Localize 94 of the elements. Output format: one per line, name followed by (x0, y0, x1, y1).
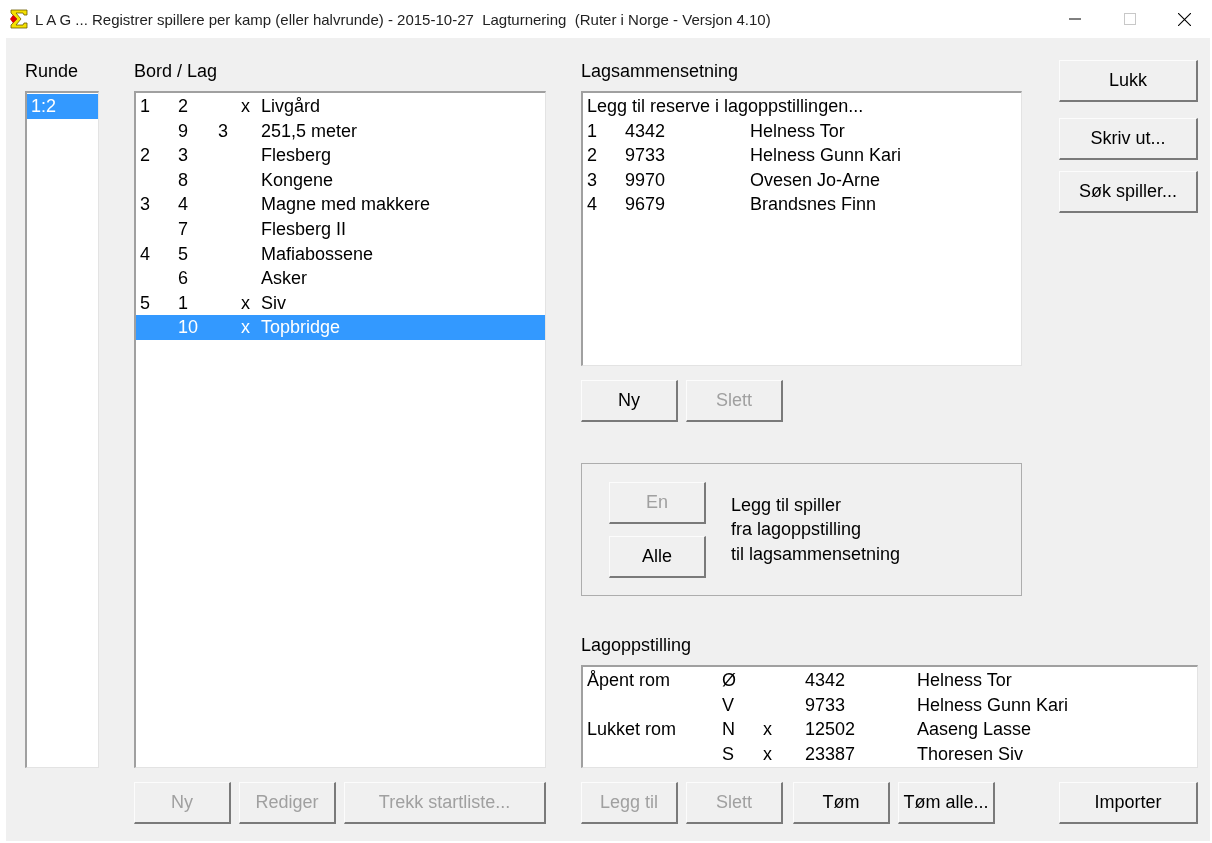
list-cell-text: 2 (587, 144, 598, 168)
list-cell-text: Helness Gunn Kari (917, 693, 1070, 717)
action-button[interactable]: Lukk (1059, 60, 1198, 102)
match-row[interactable]: 3 4 Magne med makkere (136, 192, 545, 217)
lineup-row[interactable]: Åpent rom Ø 4342 Helness Tor (583, 668, 1197, 693)
list-cell-text: Livgård (261, 95, 322, 118)
list-cell-text: Magne med makkere (261, 193, 432, 217)
list-cell-text: Brandsnes Finn (750, 193, 878, 217)
add-button[interactable]: Alle (609, 535, 706, 578)
help-text: Legg til spiller fra lagoppstilling til lagsammensetning (731, 493, 901, 566)
list-cell-text: 2 (140, 144, 151, 168)
close-icon[interactable] (1178, 12, 1191, 26)
list-label: Lagoppstilling (581, 634, 693, 656)
list-cell-text: x (241, 95, 251, 118)
list-button[interactable]: Tøm (793, 782, 890, 824)
list-cell-text: 4 (178, 193, 189, 217)
match-row[interactable]: 5 1 x Siv (136, 290, 545, 316)
list-cell-text: x (241, 316, 251, 340)
list-cell-text: 9970 (625, 168, 667, 192)
list-cell-text: 251,5 meter (261, 119, 359, 143)
list-label: Bord / Lag (134, 60, 219, 82)
list-cell-text: Åpent rom (587, 669, 672, 692)
list-cell-text: 9733 (805, 693, 847, 717)
list-cell-text: Kongene (261, 168, 335, 192)
list-cell-text: 7 (178, 217, 189, 241)
action-button[interactable]: Skriv ut... (1059, 118, 1198, 160)
list-label: Runde (25, 60, 80, 82)
list-cell-text: x (763, 718, 773, 742)
match-row[interactable]: 4 5 Mafiabossene (136, 241, 545, 267)
list-cell-text: Flesberg II (261, 217, 348, 241)
list-cell-text: Siv (261, 291, 287, 315)
list-cell-text: 12502 (805, 718, 857, 742)
list-cell-text: V (722, 693, 735, 717)
list-cell-text: Flesberg (261, 144, 333, 168)
lineup-row[interactable]: S x 23387 Thoresen Siv (583, 741, 1197, 767)
list-cell-text: Asker (261, 267, 308, 291)
list-cell-text: Helness Tor (750, 119, 846, 143)
list-cell-text: 3 (140, 193, 151, 217)
player-row[interactable]: 2 9733 Helness Gunn Kari (583, 143, 1021, 168)
player-row[interactable]: 1 4342 Helness Tor (583, 118, 1021, 144)
list-cell-text: 3 (178, 144, 189, 168)
window-title: L A G ... Registrer spillere per kamp (eller halvrunde) - 2015-10-27 Lagturnering (Ruter i Norge - Versjon 4.10) (35, 10, 772, 28)
app-logo-icon (9, 9, 29, 29)
list-item[interactable]: Legg til reserve i lagoppstillingen... (583, 94, 1021, 119)
list-cell-text: 4342 (805, 669, 847, 692)
list-cell-text: 10 (178, 316, 200, 340)
list-cell-text: 5 (140, 291, 151, 315)
list-cell-text: Mafiabossene (261, 242, 375, 266)
list-cell-text: 9 (178, 119, 189, 143)
list-cell-text: Ø (722, 669, 737, 692)
list-cell-text: Topbridge (261, 316, 342, 340)
list-cell-text: Helness Gunn Kari (750, 144, 903, 168)
match-row[interactable]: 2 3 Flesberg (136, 143, 545, 168)
action-button[interactable]: Søk spiller... (1059, 171, 1198, 213)
player-row[interactable]: 3 9970 Ovesen Jo-Arne (583, 167, 1021, 193)
list-cell-text: N (722, 718, 736, 742)
list-cell-text: 4342 (625, 119, 667, 143)
list-cell-text: x (241, 291, 251, 315)
match-list[interactable]: 1 2 x Livgård 9 3 251,5 meter 2 3 Flesberg 8 Kongene 3 4 Magne med makkere 7 Flesberg II 4 5 Mafiabossene 6 Asker 5 1 x Siv 10 x Topbridge (134, 91, 546, 768)
list-cell-text: 6 (178, 267, 189, 291)
list-cell-text: 2 (178, 95, 189, 118)
list-cell-text: 1 (178, 291, 189, 315)
list-cell-text: Aaseng Lasse (917, 718, 1033, 742)
list-cell-text: 4 (140, 242, 151, 266)
match-row[interactable]: 7 Flesberg II (136, 216, 545, 242)
list-cell-text: 8 (178, 168, 189, 192)
list-cell-text: 1 (140, 95, 151, 118)
composition-list[interactable]: Legg til reserve i lagoppstillingen... 1 4342 Helness Tor 2 9733 Helness Gunn Kari 3 9970 Ovesen Jo-Arne 4 9679 Brandsnes Finn (581, 91, 1022, 366)
list-button[interactable]: Ny (581, 380, 678, 422)
list-cell-text: 3 (218, 119, 229, 143)
list-cell-text: Lukket rom (587, 718, 678, 742)
match-row[interactable]: 6 Asker (136, 266, 545, 291)
list-cell-text: 4 (587, 193, 598, 217)
list-cell-text: Thoresen Siv (917, 742, 1025, 766)
list-cell-text: 23387 (805, 742, 857, 766)
match-row[interactable]: 1 2 x Livgård (136, 94, 545, 119)
list-cell-text: S (722, 742, 735, 766)
list-cell-text: x (763, 742, 773, 766)
list-button[interactable]: Tøm alle... (898, 782, 995, 824)
list-cell-text: 9679 (625, 193, 667, 217)
match-row[interactable]: 8 Kongene (136, 167, 545, 193)
list-cell-text: 3 (587, 168, 598, 192)
list-cell-text: Helness Tor (917, 669, 1013, 692)
list-cell-text: 1 (587, 119, 598, 143)
lineup-row[interactable]: Lukket rom N x 12502 Aaseng Lasse (583, 717, 1197, 742)
list-cell-text: 9733 (625, 144, 667, 168)
lineup-list[interactable]: Åpent rom Ø 4342 Helness Tor V 9733 Helness Gunn Kari Lukket rom N x 12502 Aaseng Lasse S x 23387 Thoresen Siv (581, 665, 1198, 768)
list-cell-text: 5 (178, 242, 189, 266)
list-label: Lagsammensetning (581, 60, 740, 82)
import-button[interactable]: Importer (1059, 782, 1198, 824)
match-row[interactable]: 9 3 251,5 meter (136, 118, 545, 144)
lineup-row[interactable]: V 9733 Helness Gunn Kari (583, 692, 1197, 718)
player-row[interactable]: 4 9679 Brandsnes Finn (583, 192, 1021, 217)
list-cell-text: Ovesen Jo-Arne (750, 168, 882, 192)
